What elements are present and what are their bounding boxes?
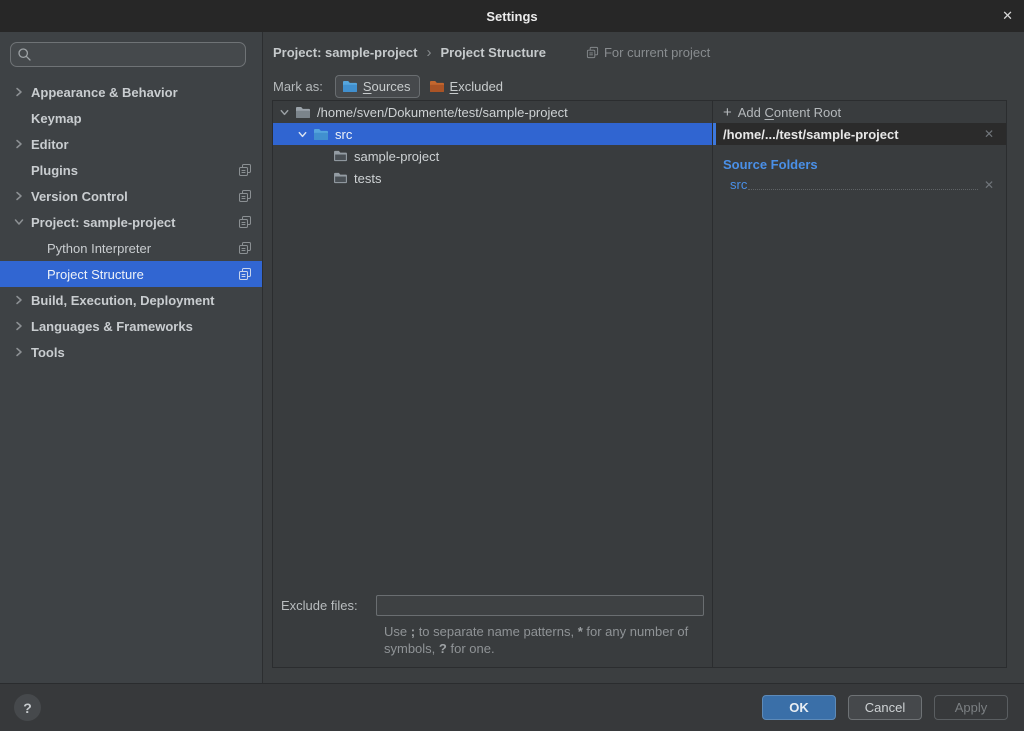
exclude-files-section: Exclude files: Use ; to separate name pa… xyxy=(273,595,712,667)
settings-sidebar: Appearance & Behavior Keymap Editor Plug… xyxy=(0,32,263,683)
chevron-right-icon[interactable] xyxy=(12,345,28,359)
source-folder-row[interactable]: src ✕ xyxy=(713,174,1006,194)
breadcrumb: Project: sample-project › Project Struct… xyxy=(273,40,1024,64)
cancel-button[interactable]: Cancel xyxy=(848,695,922,720)
tree-row-label: src xyxy=(335,127,352,142)
folder-icon xyxy=(333,172,348,184)
sources-label: Sources xyxy=(363,79,411,94)
sidebar-item-appearance-behavior[interactable]: Appearance & Behavior xyxy=(0,79,262,105)
tree-row-sample-project[interactable]: sample-project xyxy=(273,145,712,167)
exclude-files-input[interactable] xyxy=(376,595,704,616)
scope-indicator: For current project xyxy=(586,45,710,60)
chevron-down-icon[interactable] xyxy=(296,128,311,141)
sidebar-item-label: Tools xyxy=(31,345,65,360)
sidebar-item-label: Plugins xyxy=(31,163,78,178)
tree-row-label: /home/sven/Dokumente/test/sample-project xyxy=(317,105,568,120)
source-folders-heading: Source Folders xyxy=(713,154,1006,174)
content-root-row[interactable]: /home/.../test/sample-project ✕ xyxy=(713,123,1006,145)
mark-as-toolbar: Mark as: Sources Excluded xyxy=(273,73,1024,100)
dialog-title: Settings xyxy=(486,9,537,24)
settings-content: Project: sample-project › Project Struct… xyxy=(264,32,1024,683)
settings-dialog: Settings ✕ Appearance & Behavior Keymap … xyxy=(0,0,1024,731)
sidebar-item-editor[interactable]: Editor xyxy=(0,131,262,157)
folder-icon xyxy=(333,150,348,162)
help-button[interactable]: ? xyxy=(14,694,41,721)
mark-sources-button[interactable]: Sources xyxy=(335,75,420,98)
sidebar-item-label: Languages & Frameworks xyxy=(31,319,193,334)
chevron-right-icon[interactable] xyxy=(12,137,28,151)
content-roots-panel: + Add Content Root /home/.../test/sample… xyxy=(713,101,1006,667)
excluded-label: Excluded xyxy=(450,79,503,94)
content-root-path: /home/.../test/sample-project xyxy=(723,127,984,142)
source-folder-name: src xyxy=(730,176,747,194)
add-content-root-button[interactable]: + Add Content Root xyxy=(713,101,1006,123)
mark-as-label: Mark as: xyxy=(273,79,323,94)
sidebar-item-plugins[interactable]: Plugins xyxy=(0,157,262,183)
search-icon xyxy=(17,47,32,62)
dotted-leader xyxy=(748,189,978,190)
sidebar-item-label: Keymap xyxy=(31,111,82,126)
sidebar-item-python-interpreter[interactable]: Python Interpreter xyxy=(0,235,262,261)
sidebar-item-label: Python Interpreter xyxy=(47,241,151,256)
per-project-settings-icon xyxy=(238,163,252,177)
chevron-right-icon[interactable] xyxy=(12,189,28,203)
mark-excluded-button[interactable]: Excluded xyxy=(422,75,512,98)
content-root-tree: /home/sven/Dokumente/test/sample-project… xyxy=(273,101,713,667)
sidebar-item-label: Build, Execution, Deployment xyxy=(31,293,214,308)
scope-label: For current project xyxy=(604,45,710,60)
sidebar-item-tools[interactable]: Tools xyxy=(0,339,262,365)
breadcrumb-separator: › xyxy=(427,46,432,59)
per-project-settings-icon xyxy=(586,46,599,59)
titlebar: Settings ✕ xyxy=(0,0,1024,32)
sidebar-item-label: Version Control xyxy=(31,189,128,204)
sidebar-item-label: Appearance & Behavior xyxy=(31,85,178,100)
chevron-right-icon[interactable] xyxy=(12,293,28,307)
sidebar-item-keymap[interactable]: Keymap xyxy=(0,105,262,131)
sidebar-item-languages-frameworks[interactable]: Languages & Frameworks xyxy=(0,313,262,339)
breadcrumb-project[interactable]: Project: sample-project xyxy=(273,45,418,60)
plus-icon: + xyxy=(723,104,732,121)
search-box[interactable] xyxy=(10,42,246,67)
page-title: Project Structure xyxy=(441,45,546,60)
tree-row-label: sample-project xyxy=(354,149,439,164)
per-project-settings-icon xyxy=(238,189,252,203)
excluded-folder-icon xyxy=(429,80,445,93)
apply-button: Apply xyxy=(934,695,1008,720)
sidebar-item-build-execution-deployment[interactable]: Build, Execution, Deployment xyxy=(0,287,262,313)
remove-source-folder-icon[interactable]: ✕ xyxy=(984,176,994,194)
chevron-right-icon[interactable] xyxy=(12,319,28,333)
sidebar-item-version-control[interactable]: Version Control xyxy=(0,183,262,209)
sidebar-item-label: Project Structure xyxy=(47,267,144,282)
sidebar-item-label: Project: sample-project xyxy=(31,215,176,230)
ok-button[interactable]: OK xyxy=(762,695,836,720)
add-content-root-label: Add Content Root xyxy=(738,105,841,120)
tree-row-src[interactable]: src xyxy=(273,123,712,145)
sidebar-item-project-sample-project[interactable]: Project: sample-project xyxy=(0,209,262,235)
structure-panels: /home/sven/Dokumente/test/sample-project… xyxy=(272,100,1007,668)
chevron-down-icon[interactable] xyxy=(278,106,293,119)
exclude-files-help: Use ; to separate name patterns, * for a… xyxy=(384,623,722,657)
source-folder-icon xyxy=(313,128,329,141)
sources-folder-icon xyxy=(342,80,358,93)
search-input[interactable] xyxy=(36,47,239,62)
close-icon[interactable]: ✕ xyxy=(1002,0,1013,32)
per-project-settings-icon xyxy=(238,215,252,229)
chevron-right-icon[interactable] xyxy=(12,85,28,99)
tree-row-label: tests xyxy=(354,171,381,186)
exclude-files-label: Exclude files: xyxy=(281,598,376,613)
dialog-footer: ? OK Cancel Apply xyxy=(0,683,1024,731)
sidebar-item-label: Editor xyxy=(31,137,69,152)
chevron-down-icon[interactable] xyxy=(12,215,28,229)
tree-row-root[interactable]: /home/sven/Dokumente/test/sample-project xyxy=(273,101,712,123)
sidebar-item-project-structure[interactable]: Project Structure xyxy=(0,261,262,287)
remove-content-root-icon[interactable]: ✕ xyxy=(984,127,994,141)
tree-row-tests[interactable]: tests xyxy=(273,167,712,189)
per-project-settings-icon xyxy=(238,267,252,281)
folder-icon xyxy=(295,106,311,119)
per-project-settings-icon xyxy=(238,241,252,255)
